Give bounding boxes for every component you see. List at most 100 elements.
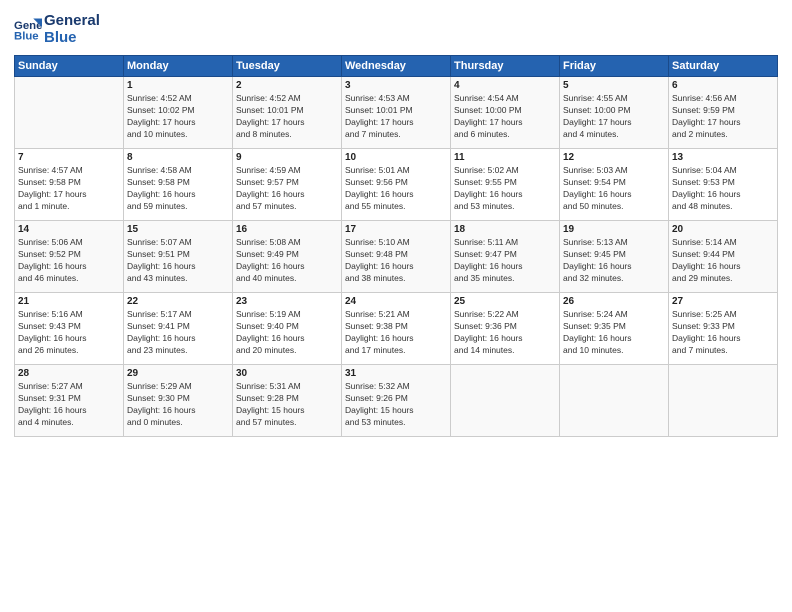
cell-details: Sunrise: 5:32 AM Sunset: 9:26 PM Dayligh…	[345, 380, 447, 429]
calendar-cell: 8Sunrise: 4:58 AM Sunset: 9:58 PM Daylig…	[124, 148, 233, 220]
day-number: 29	[127, 368, 229, 379]
day-number: 2	[236, 80, 338, 91]
calendar-cell	[451, 364, 560, 436]
calendar-cell: 10Sunrise: 5:01 AM Sunset: 9:56 PM Dayli…	[342, 148, 451, 220]
weekday-header: Friday	[560, 55, 669, 76]
calendar-cell: 6Sunrise: 4:56 AM Sunset: 9:59 PM Daylig…	[669, 76, 778, 148]
calendar-cell: 11Sunrise: 5:02 AM Sunset: 9:55 PM Dayli…	[451, 148, 560, 220]
cell-details: Sunrise: 5:17 AM Sunset: 9:41 PM Dayligh…	[127, 308, 229, 357]
day-number: 30	[236, 368, 338, 379]
weekday-header: Wednesday	[342, 55, 451, 76]
day-number: 14	[18, 224, 120, 235]
day-number: 13	[672, 152, 774, 163]
calendar-cell: 28Sunrise: 5:27 AM Sunset: 9:31 PM Dayli…	[15, 364, 124, 436]
calendar-cell	[669, 364, 778, 436]
weekday-header: Sunday	[15, 55, 124, 76]
cell-details: Sunrise: 5:21 AM Sunset: 9:38 PM Dayligh…	[345, 308, 447, 357]
calendar-cell: 23Sunrise: 5:19 AM Sunset: 9:40 PM Dayli…	[233, 292, 342, 364]
day-number: 26	[563, 296, 665, 307]
day-number: 1	[127, 80, 229, 91]
day-number: 19	[563, 224, 665, 235]
calendar-cell: 13Sunrise: 5:04 AM Sunset: 9:53 PM Dayli…	[669, 148, 778, 220]
cell-details: Sunrise: 5:06 AM Sunset: 9:52 PM Dayligh…	[18, 236, 120, 285]
calendar-week-row: 7Sunrise: 4:57 AM Sunset: 9:58 PM Daylig…	[15, 148, 778, 220]
day-number: 8	[127, 152, 229, 163]
logo-icon: General Blue	[14, 15, 42, 43]
logo-blue: Blue	[44, 29, 100, 46]
cell-details: Sunrise: 4:52 AM Sunset: 10:02 PM Daylig…	[127, 92, 229, 141]
header-row: SundayMondayTuesdayWednesdayThursdayFrid…	[15, 55, 778, 76]
cell-details: Sunrise: 5:31 AM Sunset: 9:28 PM Dayligh…	[236, 380, 338, 429]
cell-details: Sunrise: 5:19 AM Sunset: 9:40 PM Dayligh…	[236, 308, 338, 357]
cell-details: Sunrise: 4:56 AM Sunset: 9:59 PM Dayligh…	[672, 92, 774, 141]
day-number: 10	[345, 152, 447, 163]
day-number: 7	[18, 152, 120, 163]
day-number: 22	[127, 296, 229, 307]
cell-details: Sunrise: 5:24 AM Sunset: 9:35 PM Dayligh…	[563, 308, 665, 357]
day-number: 9	[236, 152, 338, 163]
cell-details: Sunrise: 4:58 AM Sunset: 9:58 PM Dayligh…	[127, 164, 229, 213]
cell-details: Sunrise: 5:27 AM Sunset: 9:31 PM Dayligh…	[18, 380, 120, 429]
svg-text:Blue: Blue	[14, 31, 39, 43]
day-number: 6	[672, 80, 774, 91]
calendar-cell: 12Sunrise: 5:03 AM Sunset: 9:54 PM Dayli…	[560, 148, 669, 220]
calendar-cell: 4Sunrise: 4:54 AM Sunset: 10:00 PM Dayli…	[451, 76, 560, 148]
calendar-week-row: 14Sunrise: 5:06 AM Sunset: 9:52 PM Dayli…	[15, 220, 778, 292]
calendar-cell: 2Sunrise: 4:52 AM Sunset: 10:01 PM Dayli…	[233, 76, 342, 148]
calendar-cell	[15, 76, 124, 148]
cell-details: Sunrise: 5:11 AM Sunset: 9:47 PM Dayligh…	[454, 236, 556, 285]
cell-details: Sunrise: 5:10 AM Sunset: 9:48 PM Dayligh…	[345, 236, 447, 285]
cell-details: Sunrise: 5:08 AM Sunset: 9:49 PM Dayligh…	[236, 236, 338, 285]
cell-details: Sunrise: 4:53 AM Sunset: 10:01 PM Daylig…	[345, 92, 447, 141]
weekday-header: Monday	[124, 55, 233, 76]
cell-details: Sunrise: 4:57 AM Sunset: 9:58 PM Dayligh…	[18, 164, 120, 213]
calendar-cell: 22Sunrise: 5:17 AM Sunset: 9:41 PM Dayli…	[124, 292, 233, 364]
day-number: 5	[563, 80, 665, 91]
day-number: 23	[236, 296, 338, 307]
day-number: 18	[454, 224, 556, 235]
weekday-header: Thursday	[451, 55, 560, 76]
cell-details: Sunrise: 5:07 AM Sunset: 9:51 PM Dayligh…	[127, 236, 229, 285]
calendar-cell: 7Sunrise: 4:57 AM Sunset: 9:58 PM Daylig…	[15, 148, 124, 220]
calendar-cell: 25Sunrise: 5:22 AM Sunset: 9:36 PM Dayli…	[451, 292, 560, 364]
day-number: 27	[672, 296, 774, 307]
calendar-cell: 19Sunrise: 5:13 AM Sunset: 9:45 PM Dayli…	[560, 220, 669, 292]
calendar-page: General Blue General Blue SundayMondayTu…	[0, 0, 792, 612]
logo-general: General	[44, 12, 100, 29]
day-number: 15	[127, 224, 229, 235]
header: General Blue General Blue	[14, 12, 778, 47]
cell-details: Sunrise: 5:22 AM Sunset: 9:36 PM Dayligh…	[454, 308, 556, 357]
weekday-header: Tuesday	[233, 55, 342, 76]
calendar-cell	[560, 364, 669, 436]
cell-details: Sunrise: 5:14 AM Sunset: 9:44 PM Dayligh…	[672, 236, 774, 285]
logo: General Blue General Blue	[14, 12, 100, 47]
calendar-cell: 26Sunrise: 5:24 AM Sunset: 9:35 PM Dayli…	[560, 292, 669, 364]
cell-details: Sunrise: 5:03 AM Sunset: 9:54 PM Dayligh…	[563, 164, 665, 213]
cell-details: Sunrise: 4:54 AM Sunset: 10:00 PM Daylig…	[454, 92, 556, 141]
calendar-cell: 14Sunrise: 5:06 AM Sunset: 9:52 PM Dayli…	[15, 220, 124, 292]
day-number: 28	[18, 368, 120, 379]
cell-details: Sunrise: 5:13 AM Sunset: 9:45 PM Dayligh…	[563, 236, 665, 285]
day-number: 25	[454, 296, 556, 307]
calendar-cell: 24Sunrise: 5:21 AM Sunset: 9:38 PM Dayli…	[342, 292, 451, 364]
calendar-cell: 15Sunrise: 5:07 AM Sunset: 9:51 PM Dayli…	[124, 220, 233, 292]
calendar-cell: 29Sunrise: 5:29 AM Sunset: 9:30 PM Dayli…	[124, 364, 233, 436]
cell-details: Sunrise: 5:29 AM Sunset: 9:30 PM Dayligh…	[127, 380, 229, 429]
calendar-cell: 30Sunrise: 5:31 AM Sunset: 9:28 PM Dayli…	[233, 364, 342, 436]
cell-details: Sunrise: 5:16 AM Sunset: 9:43 PM Dayligh…	[18, 308, 120, 357]
cell-details: Sunrise: 5:02 AM Sunset: 9:55 PM Dayligh…	[454, 164, 556, 213]
calendar-cell: 27Sunrise: 5:25 AM Sunset: 9:33 PM Dayli…	[669, 292, 778, 364]
cell-details: Sunrise: 5:04 AM Sunset: 9:53 PM Dayligh…	[672, 164, 774, 213]
calendar-cell: 31Sunrise: 5:32 AM Sunset: 9:26 PM Dayli…	[342, 364, 451, 436]
calendar-week-row: 21Sunrise: 5:16 AM Sunset: 9:43 PM Dayli…	[15, 292, 778, 364]
calendar-cell: 5Sunrise: 4:55 AM Sunset: 10:00 PM Dayli…	[560, 76, 669, 148]
calendar-cell: 1Sunrise: 4:52 AM Sunset: 10:02 PM Dayli…	[124, 76, 233, 148]
weekday-header: Saturday	[669, 55, 778, 76]
day-number: 31	[345, 368, 447, 379]
calendar-cell: 3Sunrise: 4:53 AM Sunset: 10:01 PM Dayli…	[342, 76, 451, 148]
day-number: 16	[236, 224, 338, 235]
day-number: 24	[345, 296, 447, 307]
calendar-cell: 20Sunrise: 5:14 AM Sunset: 9:44 PM Dayli…	[669, 220, 778, 292]
cell-details: Sunrise: 4:59 AM Sunset: 9:57 PM Dayligh…	[236, 164, 338, 213]
calendar-week-row: 28Sunrise: 5:27 AM Sunset: 9:31 PM Dayli…	[15, 364, 778, 436]
